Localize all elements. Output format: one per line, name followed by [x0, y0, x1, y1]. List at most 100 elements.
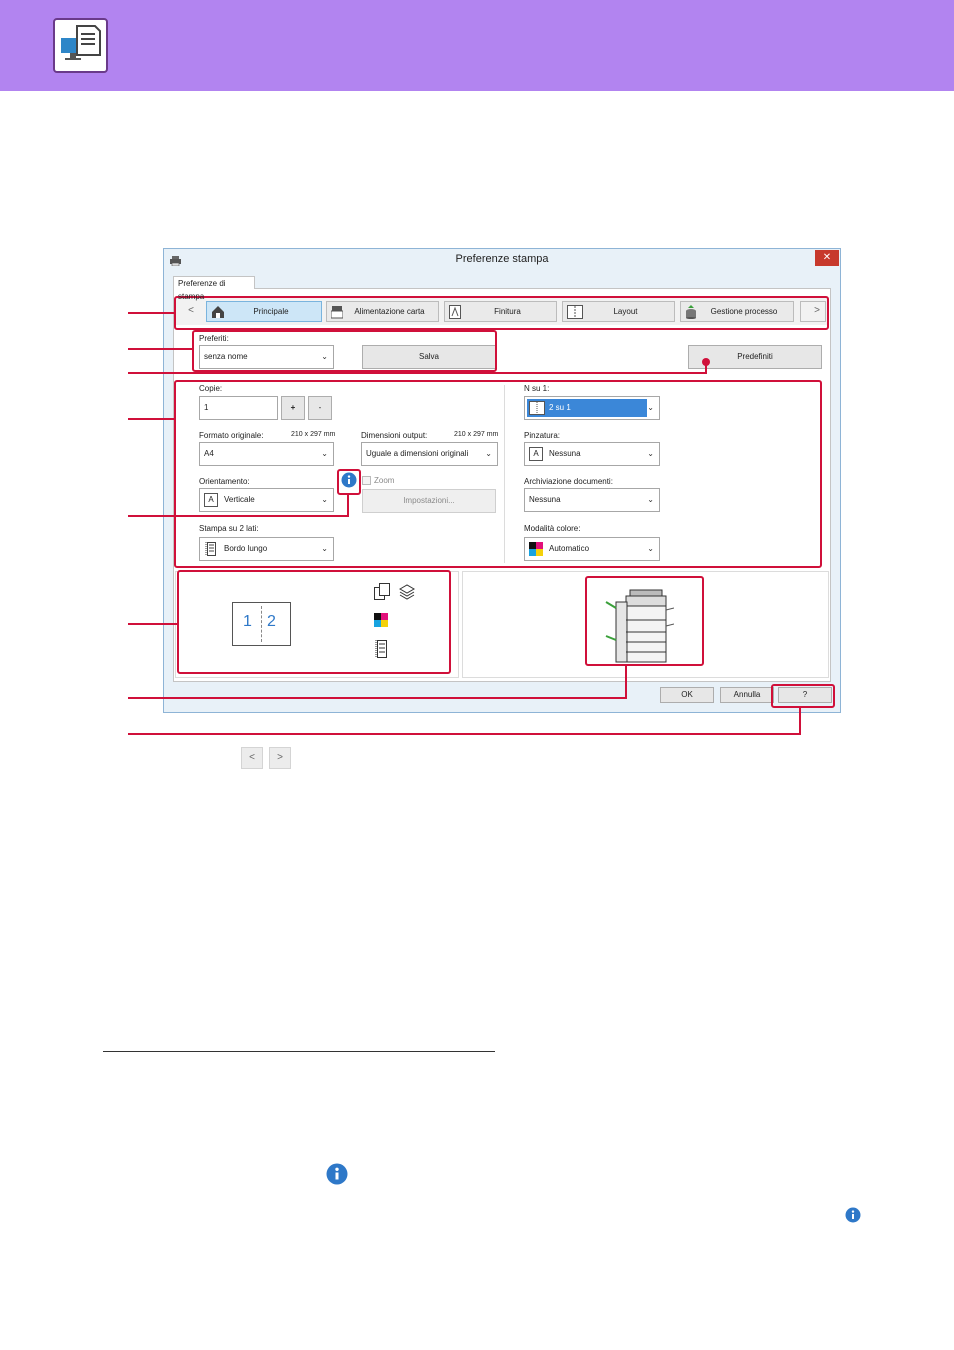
chevron-down-icon: ⌄	[647, 544, 654, 553]
preview-page-1: 1	[243, 613, 252, 630]
original-size-label: Formato originale:	[199, 431, 264, 440]
color-mode-label: Modalità colore:	[524, 524, 581, 533]
tab-label: Alimentazione carta	[354, 307, 425, 316]
copies-plus-button[interactable]: +	[281, 396, 305, 420]
tab-label: Finitura	[494, 307, 521, 316]
leader-line-2	[128, 348, 194, 350]
chevron-down-icon: ⌄	[647, 403, 654, 412]
output-size-dims: 210 x 297 mm	[454, 431, 499, 438]
orientation-label: Orientamento:	[199, 477, 250, 486]
leader-line-3	[128, 372, 706, 374]
tab-print-preferences[interactable]: Preferenze di stampa	[173, 276, 255, 301]
tab-label: Layout	[613, 307, 638, 316]
leader-line-7-riser	[625, 665, 627, 699]
copies-input[interactable]: 1	[199, 396, 278, 420]
orientation-select[interactable]: A Verticale ⌄	[199, 488, 334, 512]
staple-label: Pinzatura:	[524, 431, 561, 440]
n-up-value: 2 su 1	[549, 403, 571, 412]
retention-select[interactable]: Nessuna ⌄	[524, 488, 660, 512]
page-divider	[261, 606, 263, 642]
info-icon[interactable]	[341, 472, 357, 493]
duplex-preview-icon	[375, 640, 387, 663]
duplex-long-edge-icon	[204, 542, 218, 556]
n-up-label: N su 1:	[524, 384, 550, 393]
color-mode-value: Automatico	[549, 544, 590, 553]
printer-driver-icon	[53, 18, 108, 73]
retention-label: Archiviazione documenti:	[524, 477, 613, 486]
staple-value: Nessuna	[549, 449, 581, 458]
leader-line-6	[128, 623, 179, 625]
header-banner	[0, 0, 954, 91]
close-button[interactable]: ✕	[815, 250, 839, 266]
prev-page-button[interactable]: <	[241, 747, 263, 769]
cancel-button[interactable]: Annulla	[720, 687, 774, 703]
original-size-dims: 210 x 297 mm	[291, 431, 336, 438]
favorites-select[interactable]: senza nome ⌄	[199, 345, 334, 369]
portrait-icon: A	[204, 493, 218, 507]
nav-prev-button[interactable]: <	[183, 301, 199, 322]
tab-finitura[interactable]: Finitura	[444, 301, 557, 322]
next-page-button[interactable]: >	[269, 747, 291, 769]
leader-line-8	[128, 733, 801, 735]
duplex-label: Stampa su 2 lati:	[199, 524, 259, 533]
original-size-value: A4	[204, 449, 214, 458]
leader-line-4	[128, 418, 176, 420]
help-button[interactable]: ?	[778, 687, 832, 703]
chevron-down-icon: ⌄	[647, 495, 654, 504]
chevron-down-icon: ⌄	[647, 449, 654, 458]
collate-icon	[398, 584, 416, 605]
tab-gestione-processo[interactable]: Gestione processo	[680, 301, 794, 322]
leader-line-1	[128, 312, 176, 314]
leader-line-8-riser	[799, 707, 801, 735]
duplex-value: Bordo lungo	[224, 544, 268, 553]
print-preferences-dialog: Preferenze stampa ✕ Preferenze di stampa…	[163, 248, 841, 713]
zoom-settings-button[interactable]: Impostazioni...	[362, 489, 496, 513]
leader-line-7	[128, 697, 627, 699]
duplex-select[interactable]: Bordo lungo ⌄	[199, 537, 334, 561]
color-mode-select[interactable]: Automatico ⌄	[524, 537, 660, 561]
leader-line-5	[128, 515, 349, 517]
output-size-label: Dimensioni output:	[361, 431, 428, 440]
original-size-select[interactable]: A4 ⌄	[199, 442, 334, 466]
zoom-label: Zoom	[374, 476, 395, 485]
leader-line-5-riser	[347, 494, 349, 517]
favorites-label: Preferiti:	[199, 334, 229, 343]
zoom-checkbox[interactable]	[362, 476, 371, 485]
dialog-title: Preferenze stampa	[455, 253, 549, 265]
tab-label: Gestione processo	[710, 307, 778, 316]
favorites-value: senza nome	[204, 352, 248, 361]
print-preview-pane	[175, 571, 459, 678]
two-up-preview-page: 1 2	[232, 602, 291, 646]
printer-machine-icon	[602, 584, 675, 669]
color-auto-icon	[529, 542, 543, 556]
copies-minus-button[interactable]: -	[308, 396, 332, 420]
chevron-down-icon: ⌄	[321, 544, 328, 553]
two-up-icon	[529, 401, 545, 415]
n-up-select[interactable]: 2 su 1 ⌄	[524, 396, 660, 420]
retention-value: Nessuna	[529, 495, 561, 504]
orientation-value: Verticale	[224, 495, 255, 504]
column-divider	[504, 385, 505, 563]
output-size-select[interactable]: Uguale a dimensioni originali ⌄	[361, 442, 498, 466]
chevron-down-icon: ⌄	[321, 352, 328, 361]
info-icon	[845, 1207, 861, 1228]
preview-page-2: 2	[267, 613, 276, 630]
chevron-down-icon: ⌄	[321, 495, 328, 504]
staple-select[interactable]: A Nessuna ⌄	[524, 442, 660, 466]
color-icon	[374, 613, 388, 632]
tab-alimentazione-carta[interactable]: Alimentazione carta	[326, 301, 439, 322]
tab-layout[interactable]: Layout	[562, 301, 675, 322]
tab-label: Principale	[253, 307, 289, 316]
ok-button[interactable]: OK	[660, 687, 714, 703]
selection-highlight	[527, 399, 647, 417]
chevron-down-icon: ⌄	[321, 449, 328, 458]
copies-icon	[374, 583, 390, 606]
nav-next-button[interactable]: >	[809, 301, 825, 322]
info-icon	[326, 1163, 348, 1190]
callout-dot-defaults	[702, 358, 710, 366]
chevron-down-icon: ⌄	[485, 449, 492, 458]
section-divider	[103, 1051, 495, 1052]
save-button[interactable]: Salva	[362, 345, 496, 369]
output-size-value: Uguale a dimensioni originali	[366, 449, 469, 458]
tab-principale[interactable]: Principale	[206, 301, 322, 322]
